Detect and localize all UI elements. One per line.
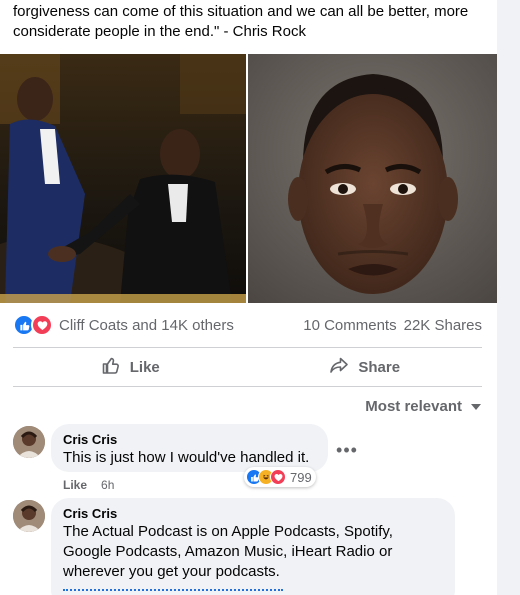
comment-meta: Like 6h	[63, 478, 114, 492]
post-photos	[0, 54, 497, 303]
love-icon	[270, 469, 286, 485]
reactors-summary-link[interactable]: Cliff Coats and 14K others	[59, 317, 303, 334]
comment-bubble: Cris Cris The Actual Podcast is on Apple…	[51, 498, 455, 595]
photo-portrait[interactable]	[248, 54, 497, 303]
post-actions-bar: Like Share	[13, 348, 482, 386]
comment-sort-dropdown[interactable]: Most relevant	[360, 396, 482, 416]
comment-reactions[interactable]: 799	[244, 467, 316, 487]
like-button[interactable]: Like	[13, 348, 248, 386]
share-button[interactable]: Share	[248, 348, 483, 386]
sort-label: Most relevant	[365, 397, 462, 415]
comment-like-link[interactable]: Like	[63, 478, 87, 492]
share-button-label: Share	[358, 358, 401, 376]
comment-reaction-count: 799	[290, 469, 312, 485]
comment-text: This is just how I would've handled it.	[63, 449, 310, 466]
comment-author[interactable]: Cris Cris	[63, 506, 443, 522]
post-card: forgiveness can come of this situation a…	[0, 0, 497, 595]
comment-text: The Actual Podcast is on Apple Podcasts,…	[63, 523, 393, 580]
facebook-post-page: forgiveness can come of this situation a…	[0, 0, 520, 595]
comment-link-partial[interactable]	[63, 589, 283, 594]
love-icon	[31, 314, 53, 336]
comment-timestamp[interactable]: 6h	[101, 478, 114, 492]
reactions-summary: Cliff Coats and 14K others 10 Comments 2…	[13, 314, 482, 336]
comment-more-options-icon[interactable]: •••	[333, 440, 361, 460]
reaction-icons[interactable]	[13, 314, 53, 336]
photo-oscars-stage[interactable]	[0, 54, 246, 303]
thumbs-up-icon	[101, 355, 121, 379]
shares-count-link[interactable]: 22K Shares	[404, 317, 482, 334]
share-arrow-icon	[329, 355, 349, 379]
comment-bubble: Cris Cris This is just how I would've ha…	[51, 424, 328, 472]
commenter-avatar[interactable]	[13, 426, 45, 458]
like-button-label: Like	[129, 358, 160, 376]
caret-down-icon	[470, 398, 482, 415]
comment-author[interactable]: Cris Cris	[63, 432, 316, 448]
engagement-counts: 10 Comments 22K Shares	[303, 317, 482, 334]
post-text: forgiveness can come of this situation a…	[13, 3, 469, 40]
feed-gutter	[497, 0, 520, 595]
commenter-avatar[interactable]	[13, 500, 45, 532]
divider-bottom	[13, 386, 482, 387]
comments-count-link[interactable]: 10 Comments	[303, 317, 396, 334]
